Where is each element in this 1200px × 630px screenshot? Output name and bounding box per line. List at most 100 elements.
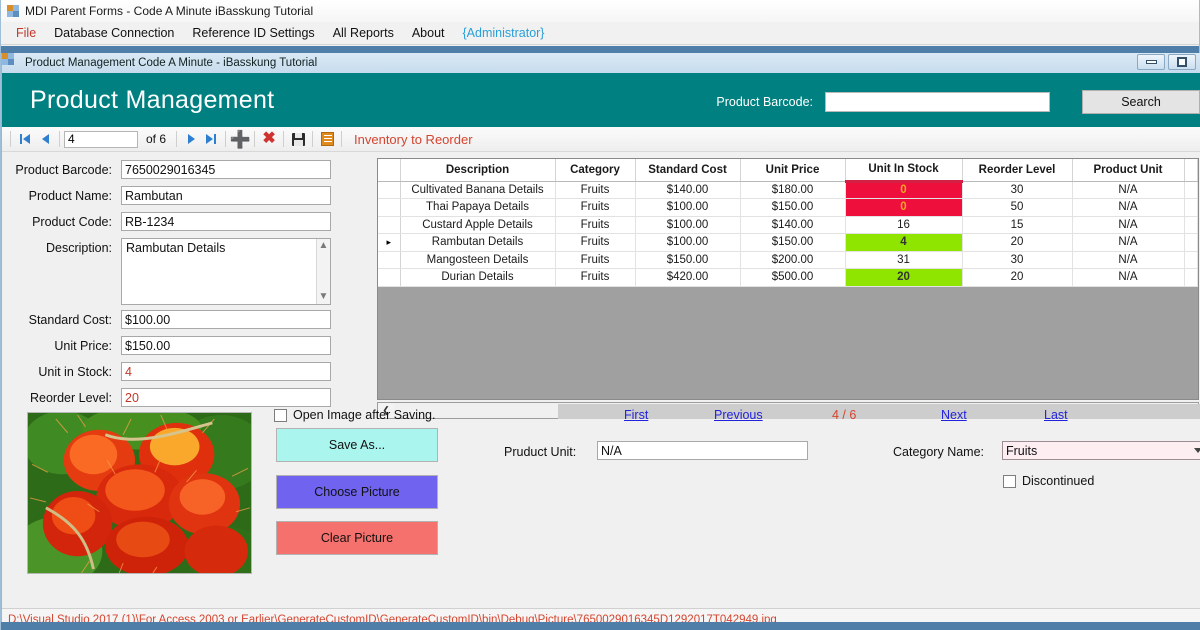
cell-reorder-level[interactable]: 30 [962, 181, 1073, 199]
menu-item-all-reports[interactable]: All Reports [324, 24, 403, 42]
column-header-overflow[interactable] [1184, 159, 1198, 182]
table-row[interactable]: Thai Papaya Details Fruits $100.00 $150.… [378, 198, 1198, 217]
cell-description[interactable]: Custard Apple Details [400, 216, 556, 234]
grid-horizontal-scrollbar[interactable]: ❮ [377, 402, 1200, 419]
cell-product-unit[interactable]: N/A [1072, 181, 1185, 199]
cell-description[interactable]: Cultivated Banana Details [400, 181, 556, 199]
cell-reorder-level[interactable]: 20 [962, 233, 1073, 252]
add-record-icon[interactable]: ➕ [229, 129, 250, 149]
column-header-unit-in-stock[interactable]: Unit In Stock [845, 159, 963, 183]
product-image[interactable] [27, 412, 252, 574]
reorder-level-input[interactable] [121, 388, 331, 407]
column-header-description[interactable]: Description [400, 159, 556, 182]
last-record-icon[interactable] [201, 129, 221, 149]
menu-item-about[interactable]: About [403, 24, 454, 42]
cell-category[interactable]: Fruits [555, 251, 636, 269]
cell-unit-price[interactable]: $200.00 [740, 251, 846, 269]
cell-reorder-level[interactable]: 30 [962, 251, 1073, 269]
chevron-up-icon[interactable]: ▲ [319, 239, 329, 253]
cell-reorder-level[interactable]: 20 [962, 268, 1073, 287]
inventory-to-reorder-link[interactable]: Inventory to Reorder [354, 132, 473, 147]
previous-record-icon[interactable] [35, 129, 55, 149]
table-row[interactable]: ▸ Rambutan Details Fruits $100.00 $150.0… [378, 233, 1198, 252]
record-position-input[interactable] [64, 130, 138, 148]
next-record-link[interactable]: Next [941, 408, 967, 422]
cell-product-unit[interactable]: N/A [1072, 233, 1185, 252]
menu-item-administrator[interactable]: {Administrator} [454, 24, 554, 42]
cell-unit-in-stock[interactable]: 0 [845, 198, 963, 217]
table-row[interactable]: Mangosteen Details Fruits $150.00 $200.0… [378, 251, 1198, 269]
cell-reorder-level[interactable]: 50 [962, 198, 1073, 217]
cell-standard-cost[interactable]: $140.00 [635, 181, 741, 199]
cell-category[interactable]: Fruits [555, 181, 636, 199]
cell-unit-in-stock[interactable]: 31 [845, 251, 963, 269]
cell-unit-in-stock[interactable]: 20 [845, 268, 963, 287]
first-record-icon[interactable] [15, 129, 35, 149]
cell-product-unit[interactable]: N/A [1072, 251, 1185, 269]
last-record-link[interactable]: Last [1044, 408, 1068, 422]
choose-picture-button[interactable]: Choose Picture [276, 475, 438, 509]
table-row[interactable]: Cultivated Banana Details Fruits $140.00… [378, 181, 1198, 199]
description-scrollbar[interactable]: ▲ ▼ [316, 239, 330, 304]
cell-unit-price[interactable]: $140.00 [740, 216, 846, 234]
cell-overflow[interactable] [1184, 268, 1198, 287]
cell-unit-in-stock[interactable]: 0 [845, 181, 963, 199]
description-textarea[interactable]: Rambutan Details ▲ ▼ [121, 238, 331, 305]
barcode-search-input[interactable] [825, 92, 1050, 112]
cell-reorder-level[interactable]: 15 [962, 216, 1073, 234]
menu-item-database-connection[interactable]: Database Connection [45, 24, 183, 42]
column-header-reorder-level[interactable]: Reorder Level [962, 159, 1073, 182]
product-unit-input[interactable]: N/A [597, 441, 808, 460]
minimize-button[interactable] [1137, 54, 1165, 70]
cell-description[interactable]: Durian Details [400, 268, 556, 287]
column-header-category[interactable]: Category [555, 159, 636, 182]
cell-description[interactable]: Thai Papaya Details [400, 198, 556, 217]
cell-unit-in-stock[interactable]: 4 [845, 233, 963, 252]
cell-overflow[interactable] [1184, 216, 1198, 234]
cell-standard-cost[interactable]: $100.00 [635, 216, 741, 234]
discontinued-checkbox[interactable] [1003, 474, 1016, 488]
chevron-down-icon[interactable]: ▼ [319, 290, 329, 304]
cell-unit-price[interactable]: $180.00 [740, 181, 846, 199]
standard-cost-input[interactable] [121, 310, 331, 329]
cell-category[interactable]: Fruits [555, 233, 636, 252]
cell-category[interactable]: Fruits [555, 216, 636, 234]
cell-standard-cost[interactable]: $100.00 [635, 233, 741, 252]
product-name-input[interactable] [121, 186, 331, 205]
cell-standard-cost[interactable]: $100.00 [635, 198, 741, 217]
cell-overflow[interactable] [1184, 198, 1198, 217]
product-code-input[interactable] [121, 212, 331, 231]
cell-unit-price[interactable]: $150.00 [740, 233, 846, 252]
open-image-checkbox[interactable] [274, 408, 287, 422]
next-record-icon[interactable] [181, 129, 201, 149]
report-icon[interactable] [317, 129, 337, 149]
cell-product-unit[interactable]: N/A [1072, 198, 1185, 217]
unit-price-input[interactable] [121, 336, 331, 355]
menu-item-file[interactable]: File [7, 24, 45, 42]
cell-overflow[interactable] [1184, 251, 1198, 269]
cell-unit-price[interactable]: $150.00 [740, 198, 846, 217]
cell-description[interactable]: Rambutan Details [400, 233, 556, 252]
menu-item-reference-id-settings[interactable]: Reference ID Settings [183, 24, 323, 42]
save-as-button[interactable]: Save As... [276, 428, 438, 462]
cell-overflow[interactable] [1184, 233, 1198, 252]
search-button[interactable]: Search [1082, 90, 1200, 114]
cell-standard-cost[interactable]: $420.00 [635, 268, 741, 287]
table-row[interactable]: Custard Apple Details Fruits $100.00 $14… [378, 216, 1198, 234]
products-data-grid[interactable]: Description Category Standard Cost Unit … [377, 158, 1199, 400]
scrollbar-thumb[interactable] [558, 404, 1200, 419]
cell-category[interactable]: Fruits [555, 198, 636, 217]
column-header-unit-price[interactable]: Unit Price [740, 159, 846, 182]
previous-record-link[interactable]: Previous [714, 408, 763, 422]
cell-product-unit[interactable]: N/A [1072, 268, 1185, 287]
cell-standard-cost[interactable]: $150.00 [635, 251, 741, 269]
cell-unit-in-stock[interactable]: 16 [845, 216, 963, 234]
cell-category[interactable]: Fruits [555, 268, 636, 287]
save-data-icon[interactable] [288, 129, 308, 149]
cell-unit-price[interactable]: $500.00 [740, 268, 846, 287]
delete-record-icon[interactable]: ✖ [259, 129, 279, 149]
cell-overflow[interactable] [1184, 181, 1198, 199]
clear-picture-button[interactable]: Clear Picture [276, 521, 438, 555]
maximize-button[interactable] [1168, 54, 1196, 70]
product-barcode-input[interactable] [121, 160, 331, 179]
